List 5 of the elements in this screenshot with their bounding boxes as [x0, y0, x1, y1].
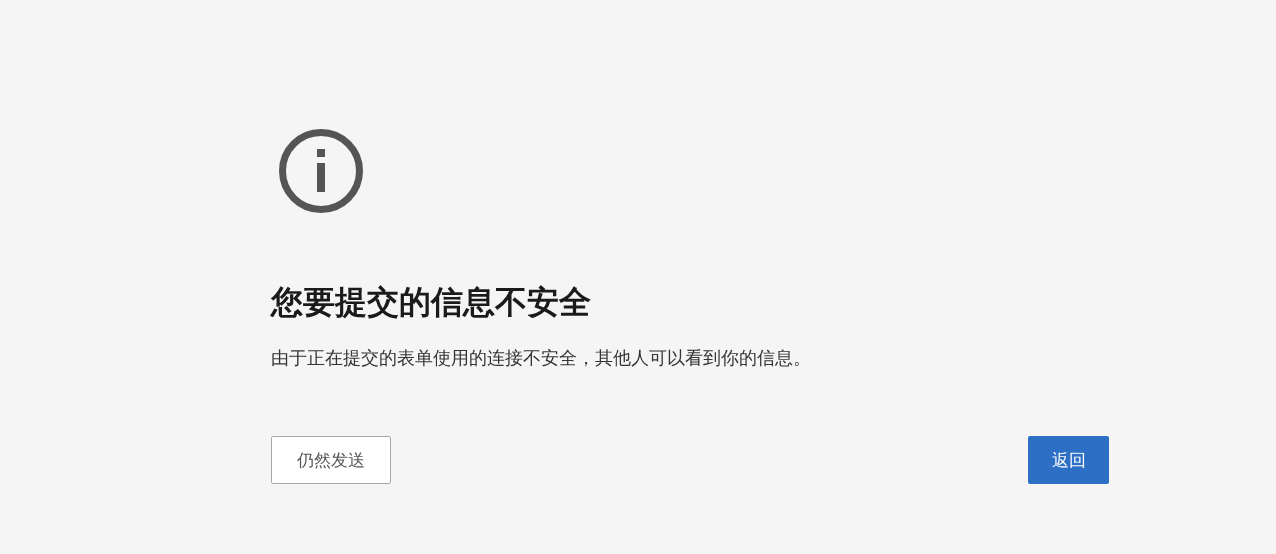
send-anyway-button[interactable]: 仍然发送 — [271, 436, 391, 484]
info-icon — [278, 128, 364, 214]
page-title: 您要提交的信息不安全 — [271, 282, 592, 322]
back-button[interactable]: 返回 — [1028, 436, 1109, 484]
warning-message: 由于正在提交的表单使用的连接不安全，其他人可以看到你的信息。 — [271, 346, 812, 370]
